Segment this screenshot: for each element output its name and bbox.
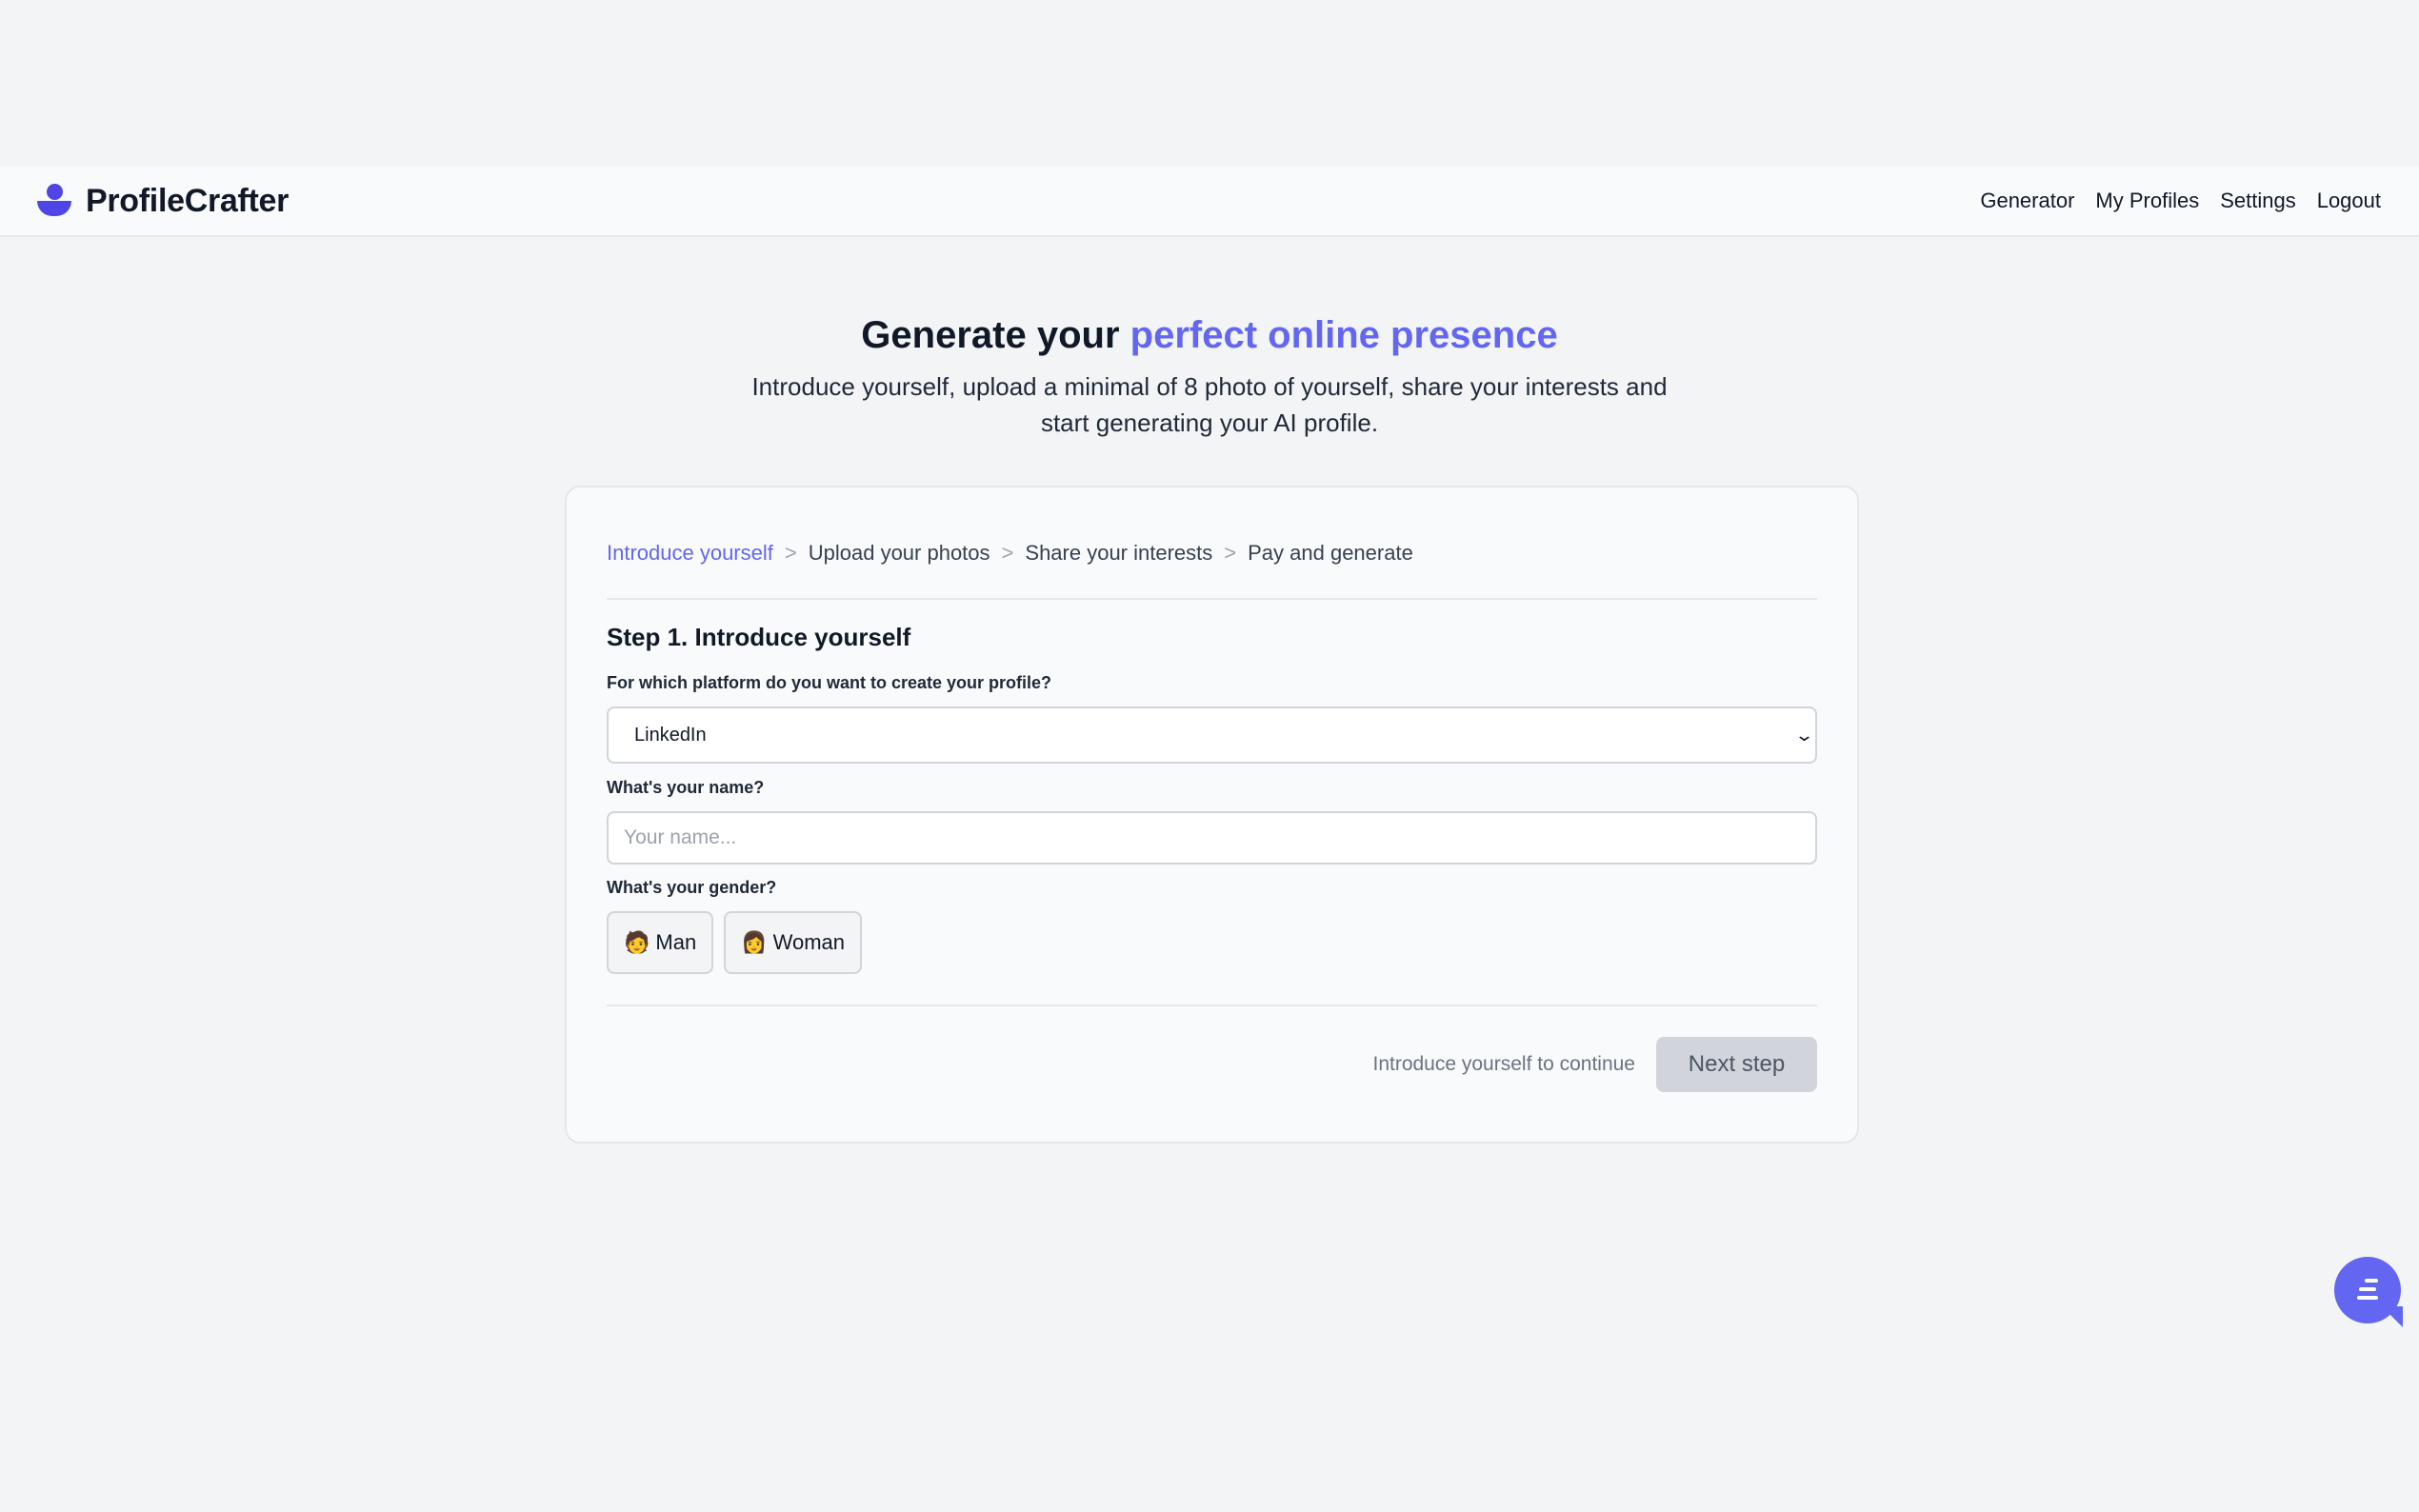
name-label: What's your name? [607,778,765,797]
hero: Generate your perfect online presence In… [0,314,2419,441]
name-input[interactable] [607,811,1817,865]
breadcrumb-separator: > [1001,541,1014,565]
breadcrumb-separator: > [784,541,797,565]
platform-select-value: LinkedIn [634,724,707,746]
title-prefix: Generate your [861,314,1120,356]
wizard-footer: Introduce yourself to continue Next step [607,1037,1817,1092]
step-title: Step 1. Introduce yourself [607,623,911,651]
gender-label: What's your gender? [607,878,777,897]
woman-emoji-icon: 👩 [741,930,768,955]
divider [607,598,1817,600]
top-navbar: ProfileCrafter Generator My Profiles Set… [0,167,2419,237]
page-title: Generate your perfect online presence [0,314,2419,357]
brand[interactable]: ProfileCrafter [36,183,289,220]
gender-woman-button[interactable]: 👩 Woman [724,911,863,974]
nav-link-my-profiles[interactable]: My Profiles [2095,189,2199,213]
step-share-interests[interactable]: Share your interests [1025,541,1212,566]
man-emoji-icon: 🧑 [624,930,650,955]
chat-icon[interactable] [2334,1257,2401,1323]
breadcrumb-separator: > [1224,541,1237,565]
gender-man-label: Man [655,930,697,954]
next-step-button[interactable]: Next step [1656,1037,1817,1092]
nav-link-logout[interactable]: Logout [2317,189,2381,213]
nav-links: Generator My Profiles Settings Logout [1980,189,2381,213]
chevron-down-icon: ⌄ [1793,725,1815,745]
continue-hint: Introduce yourself to continue [1372,1053,1635,1075]
nav-link-settings[interactable]: Settings [2220,189,2296,213]
brand-name: ProfileCrafter [86,182,290,219]
page-subtitle: Introduce yourself, upload a minimal of … [751,372,1668,437]
breadcrumb: Introduce yourself > Upload your photos … [607,529,1817,577]
platform-select[interactable]: LinkedIn ⌄ [607,706,1817,764]
step-upload-photos[interactable]: Upload your photos [809,541,990,566]
person-icon [36,184,72,218]
divider [607,1005,1817,1006]
wizard-card: Introduce yourself > Upload your photos … [565,486,1859,1144]
nav-link-generator[interactable]: Generator [1980,189,2074,213]
step-introduce-yourself[interactable]: Introduce yourself [607,541,773,566]
gender-options: 🧑 Man 👩 Woman [607,911,1817,974]
title-accent: perfect online presence [1130,314,1558,356]
gender-man-button[interactable]: 🧑 Man [607,911,714,974]
step-pay-generate[interactable]: Pay and generate [1248,541,1413,566]
platform-label: For which platform do you want to create… [607,673,1052,692]
gender-woman-label: Woman [772,930,846,954]
